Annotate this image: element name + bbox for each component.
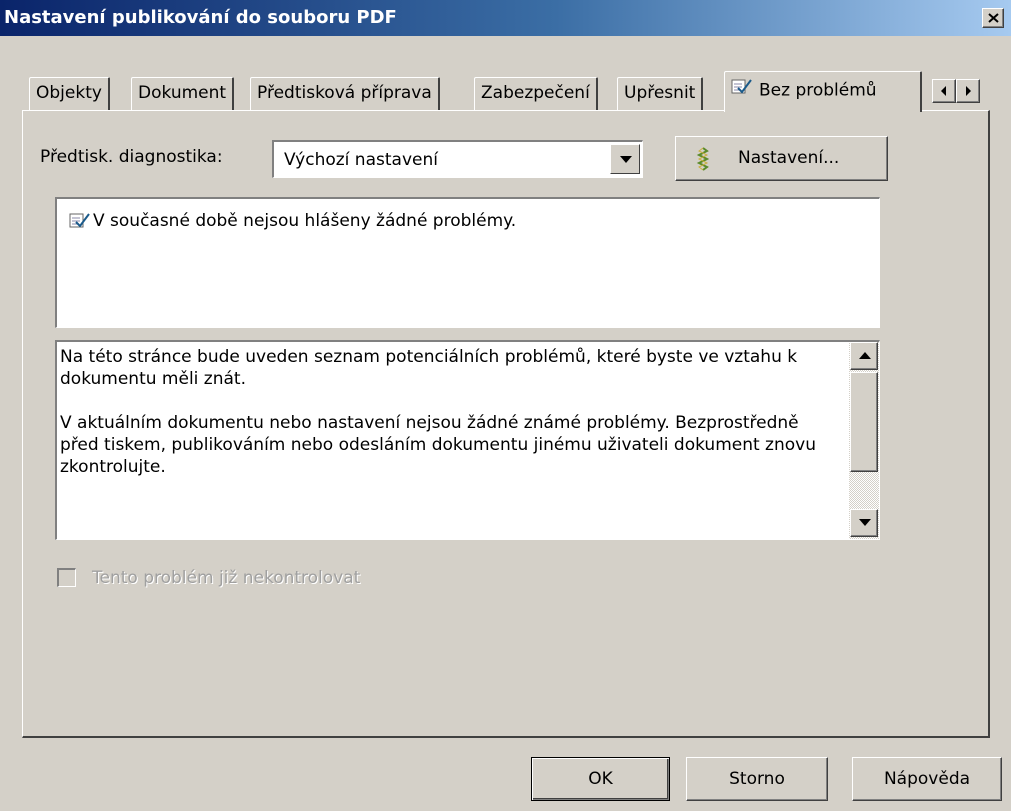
check-document-icon — [69, 213, 90, 228]
cancel-button[interactable]: Storno — [686, 757, 828, 801]
preflight-combo[interactable]: Výchozí nastavení — [272, 140, 643, 178]
tab-scroll-left-button[interactable] — [932, 79, 956, 103]
title-bar: Nastavení publikování do souboru PDF — [0, 0, 1011, 36]
description-paragraph: V aktuálním dokumentu nebo nastavení nej… — [60, 413, 816, 477]
tab-label: Dokument — [138, 83, 227, 103]
scroll-up-button[interactable] — [850, 342, 878, 370]
arrow-down-icon — [859, 519, 871, 526]
list-item[interactable]: V současné době nejsou hlášeny žádné pro… — [69, 211, 516, 231]
tab-label: Upřesnit — [624, 83, 696, 103]
scrollbar-thumb[interactable] — [850, 372, 878, 472]
issues-list[interactable]: V současné době nejsou hlášeny žádné pro… — [55, 197, 880, 328]
chevron-down-icon — [620, 156, 632, 163]
description-text: Na této stránce bude uveden seznam poten… — [60, 346, 835, 500]
tab-label: Objekty — [36, 83, 102, 103]
preflight-settings-button[interactable]: Nastavení... — [675, 136, 888, 181]
description-paragraph: Na této stránce bude uveden seznam poten… — [60, 347, 798, 389]
description-scrollbar[interactable] — [849, 342, 879, 539]
preflight-label: Předtisk. diagnostika: — [40, 147, 223, 167]
tab-scroll-right-button[interactable] — [956, 79, 980, 103]
tab-label: Zabezpečení — [481, 83, 590, 103]
window-title: Nastavení publikování do souboru PDF — [4, 7, 397, 28]
combo-dropdown-button[interactable] — [610, 144, 640, 174]
close-icon — [988, 13, 999, 23]
description-box[interactable]: Na této stránce bude uveden seznam poten… — [55, 340, 880, 540]
tab-upresnit[interactable]: Upřesnit — [617, 77, 704, 110]
issue-text: V současné době nejsou hlášeny žádné pro… — [93, 211, 517, 231]
tab-zabezpeceni[interactable]: Zabezpečení — [474, 77, 598, 110]
arrow-up-icon — [859, 352, 871, 359]
tab-dokument[interactable]: Dokument — [131, 77, 235, 110]
arrow-right-icon — [966, 86, 971, 96]
tab-label: Předtisková příprava — [257, 83, 432, 103]
preflight-tool-icon — [694, 147, 712, 176]
ok-button[interactable]: OK — [531, 757, 670, 801]
scroll-down-button[interactable] — [850, 509, 878, 537]
check-document-icon — [731, 72, 753, 109]
tab-bez-problemu[interactable]: Bez problémů — [724, 71, 922, 112]
tab-label: Bez problémů — [759, 80, 877, 101]
tab-predtiskova-priprava[interactable]: Předtisková příprava — [250, 77, 440, 110]
tab-objekty[interactable]: Objekty — [29, 77, 110, 110]
ignore-problem-label: Tento problém již nekontrolovat — [92, 568, 361, 588]
ignore-problem-checkbox[interactable] — [57, 568, 76, 587]
close-button[interactable] — [982, 8, 1004, 28]
arrow-left-icon — [941, 86, 946, 96]
tab-scroll-arrows — [932, 79, 980, 103]
settings-button-label: Nastavení... — [738, 148, 840, 168]
preflight-selected-value: Výchozí nastavení — [284, 150, 438, 170]
help-button[interactable]: Nápověda — [852, 757, 1002, 801]
